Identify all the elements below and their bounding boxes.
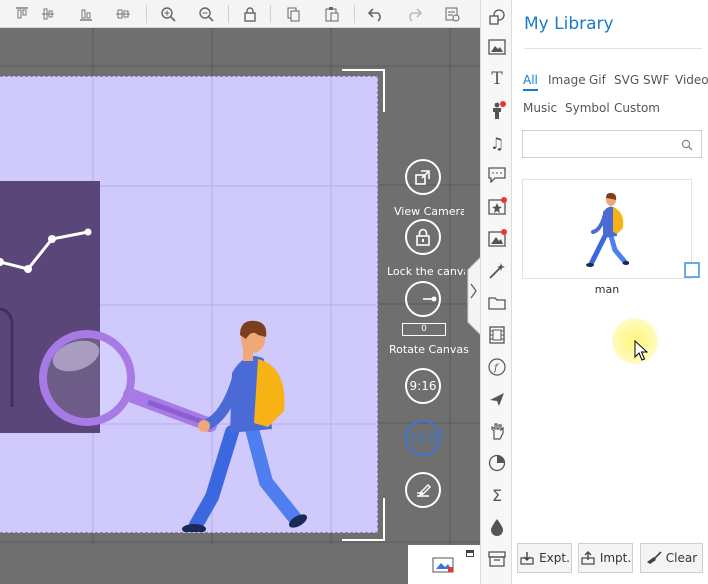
tab-symbol[interactable]: Symbol (565, 101, 610, 115)
svg-text:f: f (493, 363, 500, 374)
mouse-cursor-icon (634, 340, 648, 361)
sticker-icon[interactable] (487, 197, 507, 217)
archive-icon[interactable] (487, 549, 507, 569)
divider (524, 48, 702, 49)
redo-icon[interactable] (404, 4, 424, 24)
shape-icon[interactable] (487, 7, 507, 27)
lock-canvas-button[interactable] (405, 219, 441, 255)
character-icon[interactable] (487, 101, 507, 121)
view-camera-icon (415, 170, 430, 185)
lock-canvas-label: Lock the canvas (387, 265, 465, 278)
rotate-canvas-label: Rotate Canvas (389, 343, 469, 356)
hand-draw-icon[interactable] (487, 421, 507, 441)
background-icon[interactable] (487, 229, 507, 249)
align-middle-icon[interactable] (38, 4, 58, 24)
scene-settings-icon[interactable] (442, 4, 462, 24)
tab-gif[interactable]: Gif (589, 73, 606, 87)
item-select-checkbox[interactable] (684, 262, 700, 278)
view-camera-button[interactable] (405, 159, 441, 195)
edit-camera-button[interactable] (405, 472, 441, 508)
import-button[interactable]: Impt. (578, 543, 633, 573)
import-label: Impt. (599, 551, 632, 565)
library-item-card[interactable] (522, 179, 700, 279)
sigma-icon[interactable]: Σ (487, 485, 507, 505)
lock-icon[interactable] (240, 4, 260, 24)
align-center-icon[interactable] (113, 4, 133, 24)
library-search-box (522, 130, 702, 158)
app-window: View Camera Lock the canvas 0 Rotate Can… (0, 0, 708, 584)
tab-swf[interactable]: SWF (643, 73, 669, 87)
export-icon (519, 550, 535, 566)
ratio-9-16-button[interactable]: 9:16 (405, 368, 441, 404)
toolbar-separator (228, 5, 229, 23)
ratio-16-9-button[interactable]: 16:9 (405, 420, 441, 456)
edit-icon (417, 484, 431, 497)
speech-bubble-icon[interactable] (487, 165, 507, 185)
screen-icon[interactable] (432, 555, 456, 575)
tab-svg[interactable]: SVG (614, 73, 639, 87)
align-bottom-icon[interactable] (76, 4, 96, 24)
toolbar-separator (270, 5, 271, 23)
bottom-white-box (408, 545, 480, 584)
scene-illustration (0, 77, 377, 532)
toolbar-separator (354, 5, 355, 23)
drop-icon[interactable] (487, 517, 507, 537)
view-camera-label: View Camera (394, 205, 464, 218)
library-item-label: man (594, 283, 620, 296)
tab-all[interactable]: All (523, 73, 538, 91)
image-icon[interactable] (487, 37, 507, 57)
broom-icon (646, 550, 662, 566)
library-search-input[interactable] (523, 131, 673, 157)
paste-icon[interactable] (322, 4, 342, 24)
film-icon[interactable] (487, 325, 507, 345)
tab-music[interactable]: Music (523, 101, 557, 115)
clear-button[interactable]: Clear (640, 543, 703, 573)
tab-image[interactable]: Image (548, 73, 586, 87)
library-title: My Library (524, 14, 614, 34)
walking-man-figure (182, 320, 308, 532)
copy-icon[interactable] (284, 4, 304, 24)
import-icon (580, 550, 596, 566)
rotate-canvas-dial[interactable] (405, 281, 441, 317)
canvas-area[interactable]: View Camera Lock the canvas 0 Rotate Can… (0, 28, 480, 545)
pie-chart-icon[interactable] (487, 453, 507, 473)
toolbar-separator (146, 5, 147, 23)
asset-icon-bar: T ♫ f Σ (480, 0, 512, 584)
export-button[interactable]: Expt. (517, 543, 572, 573)
tab-custom[interactable]: Custom (614, 101, 660, 115)
export-label: Expt. (539, 551, 570, 565)
rotate-value-field[interactable]: 0 (402, 323, 446, 336)
zoom-out-icon[interactable] (196, 4, 216, 24)
top-toolbar (0, 0, 480, 28)
plane-icon[interactable] (487, 389, 507, 409)
text-icon[interactable]: T (487, 69, 507, 89)
stage[interactable] (0, 76, 378, 533)
magic-wand-icon[interactable] (487, 261, 507, 281)
tab-video[interactable]: Video (675, 73, 708, 87)
library-panel: My Library All Image Gif SVG SWF Video M… (512, 0, 708, 584)
lock-icon (416, 228, 430, 246)
music-icon[interactable]: ♫ (487, 133, 507, 153)
search-icon[interactable] (681, 139, 693, 151)
zoom-in-icon[interactable] (158, 4, 178, 24)
align-top-icon[interactable] (12, 4, 32, 24)
undo-icon[interactable] (366, 4, 386, 24)
rotate-dial-icon (423, 296, 437, 302)
man-thumbnail (586, 192, 629, 267)
minimize-icon[interactable] (466, 550, 474, 557)
folder-icon[interactable] (487, 293, 507, 313)
function-icon[interactable]: f (487, 357, 507, 377)
clear-label: Clear (665, 551, 698, 565)
